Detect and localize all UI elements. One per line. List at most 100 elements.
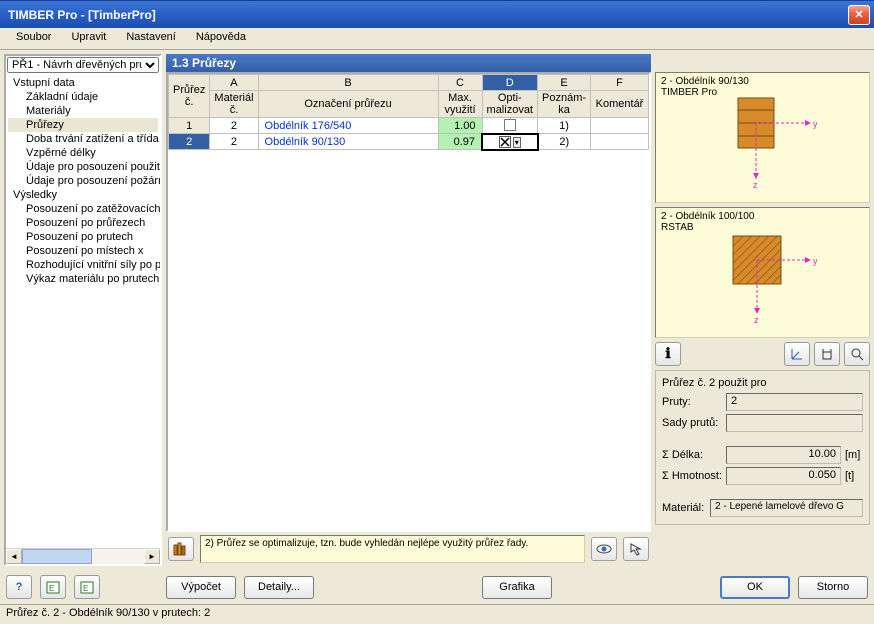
table-row[interactable]: 1 2 Obdélník 176/540 1.00 1) [169,118,649,134]
excel-import-button[interactable]: E [74,575,100,599]
tree-group-vysledky[interactable]: Výsledky [8,188,158,202]
nav-tree: Vstupní data Základní údaje Materiály Pr… [6,74,160,548]
row-num-1[interactable]: 1 [169,118,210,134]
table-wrap: Průřez č. A B C D E F Materiál č. Označe… [166,72,651,532]
close-button[interactable]: ✕ [848,5,870,25]
preview-timberpro: 2 - Obdélník 90/130 TIMBER Pro y z [655,72,870,203]
table-row[interactable]: 2 2 Obdélník 90/130 0.97 ▾ 2) [169,134,649,150]
col-c[interactable]: C [438,75,482,91]
menu-soubor[interactable]: Soubor [6,28,61,49]
cell-usage[interactable]: 0.97 [438,134,482,150]
lbl-shmot: Σ Hmotnost: [662,470,726,482]
col-f[interactable]: F [591,75,649,91]
tree-doba[interactable]: Doba trvání zatížení a třída pro [8,132,158,146]
titlebar: TIMBER Pro - [TimberPro] ✕ [0,0,874,28]
window-title: TIMBER Pro - [TimberPro] [4,8,848,22]
sidebar: PŘ1 - Návrh dřevěných prutů Vstupní data… [4,54,162,566]
tree-zakladni[interactable]: Základní údaje [8,90,158,104]
hint-text: 2) Průřez se optimalizuje, tzn. bude vyh… [200,535,585,563]
pick-button[interactable] [623,537,649,561]
unit-shmot: [t] [841,470,863,482]
hdr-rownum: Průřez č. [169,75,210,118]
scroll-thumb[interactable] [22,549,92,564]
menu-napoveda[interactable]: Nápověda [186,28,256,49]
lbl-sdelka: Σ Délka: [662,449,726,461]
cell-mat[interactable]: 2 [210,118,258,134]
scroll-right-icon[interactable]: ► [144,549,160,564]
case-combo[interactable]: PŘ1 - Návrh dřevěných prutů [7,57,159,73]
library-button[interactable] [168,537,194,561]
svg-text:y: y [813,256,818,266]
hdr-max: Max. využití [438,91,482,118]
right-panel: 2 - Obdélník 90/130 TIMBER Pro y z 2 - O… [655,54,870,566]
col-d[interactable]: D [482,75,537,91]
menu-upravit[interactable]: Upravit [61,28,116,49]
cell-note[interactable]: 1) [538,118,591,134]
val-material[interactable]: 2 - Lepené lamelové dřevo G [710,499,863,517]
section-shape-1-icon: y z [693,83,833,193]
unit-sdelka: [m] [841,449,863,461]
tree-pos-zatez[interactable]: Posouzení po zatěžovacích sta [8,202,158,216]
status-text: Průřez č. 2 - Obdélník 90/130 v prutech:… [6,607,210,619]
col-a[interactable]: A [210,75,258,91]
section-shape-2-icon: y z [693,218,833,328]
tree-group-vstupni[interactable]: Vstupní data [8,76,158,90]
val-pruty[interactable]: 2 [726,393,863,411]
lbl-sady: Sady prutů: [662,417,726,429]
panel-title: 1.3 Průřezy [166,54,651,72]
cell-opt[interactable]: ▾ [482,134,537,150]
grafika-button[interactable]: Grafika [482,576,552,599]
preview-rstab: 2 - Obdélník 100/100 RSTAB y z [655,207,870,338]
tree-rozhod[interactable]: Rozhodující vnitřní síly po prute [8,258,158,272]
svg-text:y: y [813,119,818,129]
tree-pos-mista[interactable]: Posouzení po místech x [8,244,158,258]
hint-row: 2) Průřez se optimalizuje, tzn. bude vyh… [166,532,651,566]
col-b[interactable]: B [258,75,438,91]
axes-button[interactable] [784,342,810,366]
cell-opt[interactable] [482,118,537,134]
tree-vzperne[interactable]: Vzpěrné délky [8,146,158,160]
view-button[interactable] [591,537,617,561]
statusbar: Průřez č. 2 - Obdélník 90/130 v prutech:… [0,604,874,624]
excel-export-button[interactable]: E [40,575,66,599]
dropdown-icon[interactable]: ▾ [513,137,521,148]
cell-desc[interactable]: Obdélník 176/540 [258,118,438,134]
tree-pos-prut[interactable]: Posouzení po prutech [8,230,158,244]
storno-button[interactable]: Storno [798,576,868,599]
scroll-left-icon[interactable]: ◄ [6,549,22,564]
cell-note[interactable]: 2) [538,134,591,150]
section-table[interactable]: Průřez č. A B C D E F Materiál č. Označe… [168,74,649,151]
section-lib-button[interactable] [814,342,840,366]
cell-mat[interactable]: 2 [210,134,258,150]
svg-text:z: z [754,315,759,325]
val-sady[interactable] [726,414,863,432]
lbl-pruty: Pruty: [662,396,726,408]
info-box: Průřez č. 2 použit pro Pruty: 2 Sady pru… [655,370,870,525]
svg-text:z: z [753,180,758,190]
info-button[interactable]: ℹ [655,342,681,366]
tree-pouzitelnost[interactable]: Údaje pro posouzení použitelno [8,160,158,174]
tree-materialy[interactable]: Materiály [8,104,158,118]
ok-button[interactable]: OK [720,576,790,599]
hdr-material: Materiál č. [210,91,258,118]
sidebar-hscroll[interactable]: ◄ ► [6,548,160,564]
row-num-2[interactable]: 2 [169,134,210,150]
tree-pozarni[interactable]: Údaje pro posouzení požární oc [8,174,158,188]
detaily-button[interactable]: Detaily... [244,576,314,599]
col-e[interactable]: E [538,75,591,91]
tree-vykaz[interactable]: Výkaz materiálu po prutech [8,272,158,286]
cell-usage[interactable]: 1.00 [438,118,482,134]
cell-comment[interactable] [591,118,649,134]
vypocet-button[interactable]: Výpočet [166,576,236,599]
view-button[interactable] [844,342,870,366]
cell-comment[interactable] [591,134,649,150]
hdr-oznaceni: Označení průřezu [258,91,438,118]
svg-text:E: E [49,584,54,593]
tree-prurezy[interactable]: Průřezy [8,118,158,132]
help-button[interactable]: ? [6,575,32,599]
footer: ? E E Výpočet Detaily... Grafika OK Stor… [0,570,874,604]
menu-nastaveni[interactable]: Nastavení [116,28,186,49]
cell-desc[interactable]: Obdélník 90/130 [258,134,438,150]
tree-pos-prurez[interactable]: Posouzení po průřezech [8,216,158,230]
svg-text:E: E [83,584,88,593]
